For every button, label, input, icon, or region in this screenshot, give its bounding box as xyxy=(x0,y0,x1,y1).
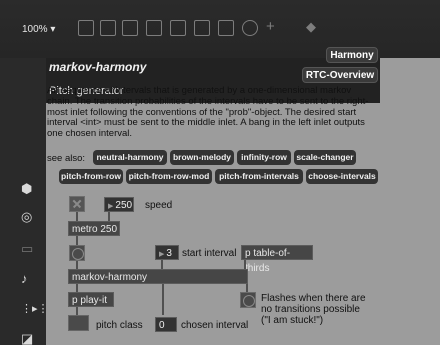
plus-icon[interactable]: + xyxy=(266,18,275,36)
package-icon[interactable]: ⬢ xyxy=(21,182,32,196)
see-also-scale-changer[interactable]: scale-changer xyxy=(294,150,356,165)
pitch-class-label: pitch class xyxy=(96,320,143,331)
step-icon[interactable]: ⋮▸⋮ xyxy=(21,302,49,316)
see-also-neutral-harmony[interactable]: neutral-harmony xyxy=(93,150,167,165)
see-also-choose-intervals[interactable]: choose-intervals xyxy=(306,169,378,184)
chosen-interval-number-box[interactable]: 0 xyxy=(155,317,177,332)
target-icon[interactable]: ◎ xyxy=(21,210,32,224)
number-arrow-icon: ▶ xyxy=(159,251,165,258)
chosen-interval-value: 0 xyxy=(159,320,165,331)
see-also-infinity-row[interactable]: infinity-row xyxy=(237,150,291,165)
see-also-pitch-from-row[interactable]: pitch-from-row xyxy=(59,169,123,184)
see-also-pitch-from-row-mod[interactable]: pitch-from-row-mod xyxy=(126,169,212,184)
chosen-interval-label: chosen interval xyxy=(181,320,249,331)
stuck-comment: Flashes when there are no transitions po… xyxy=(261,293,366,326)
patch-cord xyxy=(161,260,163,269)
metro-object[interactable]: metro 250 xyxy=(68,221,120,236)
help-icon[interactable] xyxy=(242,20,258,36)
see-also-label: see also: xyxy=(47,153,86,164)
stuck-bang[interactable] xyxy=(240,292,256,308)
number-arrow-icon: ▶ xyxy=(108,203,114,210)
speed-value: 250 xyxy=(115,200,133,211)
stuck-comment-line-1: Flashes when there are xyxy=(261,293,366,304)
lock-icon[interactable]: ◆ xyxy=(306,18,316,36)
present-icon[interactable] xyxy=(78,20,94,36)
patch-cord xyxy=(246,284,248,292)
rtc-overview-button[interactable]: RTC-Overview xyxy=(302,67,378,83)
pitch-class-button[interactable] xyxy=(68,315,89,331)
patch-cord xyxy=(162,284,164,315)
markov-harmony-object[interactable]: markov-harmony xyxy=(68,269,248,284)
patch-cord xyxy=(76,307,78,315)
see-also-pitch-from-intervals[interactable]: pitch-from-intervals xyxy=(215,169,303,184)
description-text: An sequence of intervals that is generat… xyxy=(47,85,369,140)
stuck-comment-line-2: no transitions possible xyxy=(261,304,360,315)
speed-label: speed xyxy=(145,200,173,211)
minus-box-icon[interactable] xyxy=(218,20,234,36)
help-description: An sequence of intervals that is generat… xyxy=(47,85,377,140)
toggle[interactable] xyxy=(69,196,85,212)
music-note-icon[interactable]: ♪ xyxy=(21,272,28,286)
bang-button[interactable] xyxy=(69,245,85,261)
page-title: markov-harmony xyxy=(49,60,147,74)
comment-icon[interactable] xyxy=(100,20,116,36)
close-box-icon[interactable] xyxy=(146,20,162,36)
window-icon[interactable]: ◪ xyxy=(21,332,33,345)
play-icon[interactable] xyxy=(194,20,210,36)
patch-cord xyxy=(244,260,246,269)
play-it-object[interactable]: p play-it xyxy=(68,292,114,307)
start-interval-label: start interval xyxy=(182,248,237,259)
zoom-menu[interactable]: 100% ▾ xyxy=(22,24,55,35)
table-of-thirds-object[interactable]: p table-of-thirds xyxy=(241,245,313,274)
start-interval-number-box[interactable]: ▶ 3 xyxy=(155,245,179,260)
see-also-brown-melody[interactable]: brown-melody xyxy=(170,150,234,165)
harmony-tag-button[interactable]: Harmony xyxy=(326,47,378,63)
patch-cord xyxy=(76,236,78,245)
start-interval-value: 3 xyxy=(166,248,172,259)
sidebar: ⬢ ◎ ▭ ♪ ⋮▸⋮ ◪ xyxy=(0,58,49,345)
stuck-comment-line-3: ("I am stuck!") xyxy=(261,315,324,326)
preset-icon[interactable] xyxy=(170,20,186,36)
message-icon[interactable] xyxy=(122,20,138,36)
speed-number-box[interactable]: ▶ 250 xyxy=(104,197,134,212)
screen-icon[interactable]: ▭ xyxy=(21,242,33,256)
patch-cord xyxy=(76,261,78,269)
